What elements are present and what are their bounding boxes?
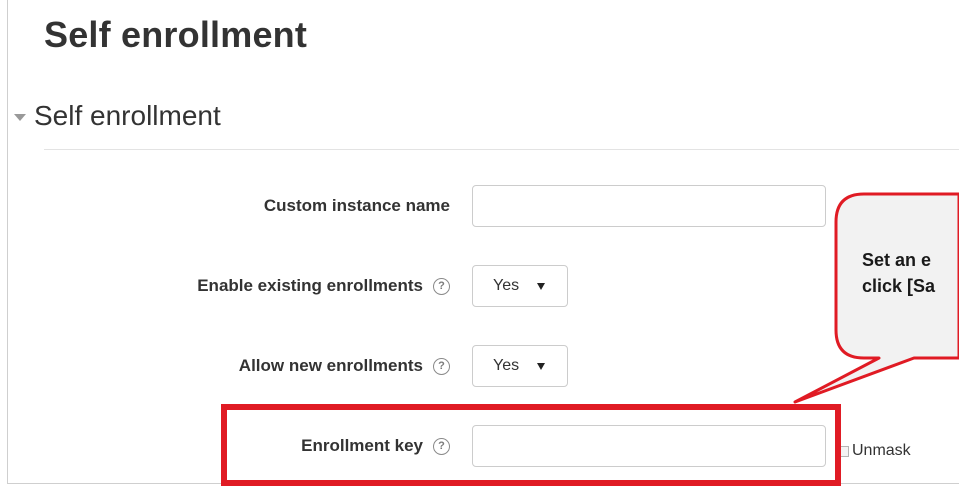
callout-line-2: click [Sa [862, 276, 936, 296]
callout-line-1: Set an e [862, 250, 932, 270]
annotation-callout-bubble [793, 192, 959, 404]
callout-text: Set an e click [Sa [862, 247, 935, 299]
